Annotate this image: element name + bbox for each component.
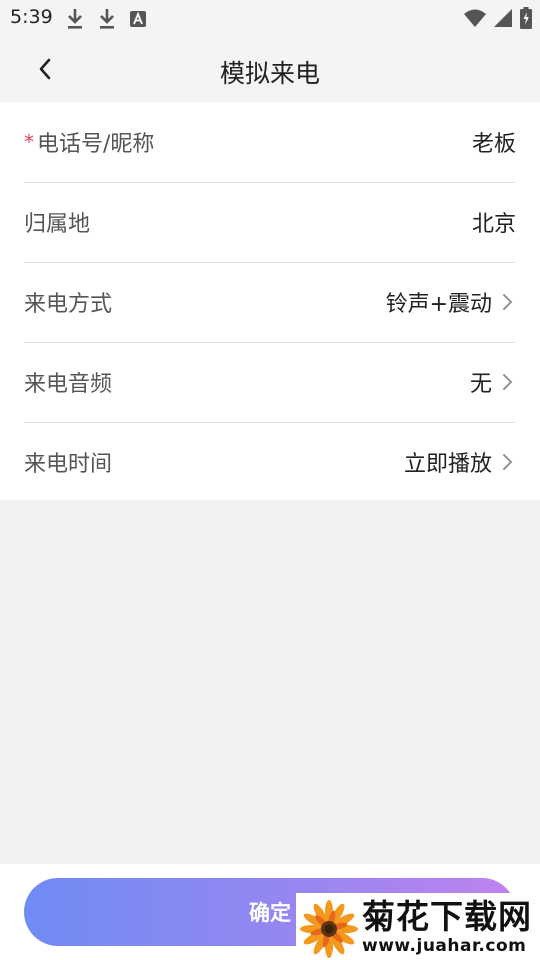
call-time-value: 立即播放	[403, 452, 492, 477]
battery-charging-icon	[520, 7, 532, 29]
call-audio-value: 无	[469, 372, 492, 397]
signal-icon	[494, 9, 512, 27]
location-label: 归属地	[24, 212, 91, 237]
call-mode-label: 来电方式	[24, 292, 113, 317]
call-settings-form: * 电话号/昵称 老板 归属地 北京 来电方式 铃声+震动 来电音频 无 来电时…	[0, 102, 540, 500]
row-call-time[interactable]: 来电时间 立即播放	[24, 422, 516, 502]
required-mark: *	[24, 130, 34, 154]
call-audio-label: 来电音频	[24, 372, 113, 397]
chevron-right-icon	[502, 292, 516, 312]
row-location[interactable]: 归属地 北京	[24, 182, 516, 263]
watermark-text: 菊花下载网 www.juahar.com	[362, 896, 532, 956]
download-icon	[68, 9, 82, 29]
status-icons-left	[66, 8, 146, 30]
location-value[interactable]: 北京	[472, 206, 516, 238]
row-right: 立即播放	[404, 446, 516, 478]
row-right: 无	[470, 366, 516, 398]
row-call-mode[interactable]: 来电方式 铃声+震动	[24, 262, 516, 343]
call-mode-value: 铃声+震动	[385, 292, 492, 317]
row-call-audio[interactable]: 来电音频 无	[24, 342, 516, 423]
status-icons-right	[464, 7, 532, 29]
chevron-right-icon	[502, 372, 516, 392]
row-label: * 电话号/昵称	[24, 126, 154, 158]
watermark-url: www.juahar.com	[362, 935, 527, 956]
status-time: 5:39	[10, 6, 53, 28]
call-time-label: 来电时间	[24, 452, 113, 477]
nav-bar: 模拟来电	[0, 36, 540, 102]
phone-nickname-value[interactable]: 老板	[472, 126, 516, 158]
chrysanthemum-logo-icon	[300, 899, 358, 958]
row-phone-nickname[interactable]: * 电话号/昵称 老板	[24, 102, 516, 183]
site-watermark: 菊花下载网 www.juahar.com	[296, 893, 540, 960]
row-right: 老板	[472, 126, 516, 158]
row-right: 铃声+震动	[386, 286, 516, 318]
wifi-icon	[464, 9, 486, 27]
download-icon	[100, 9, 114, 29]
watermark-title: 菊花下载网	[362, 896, 532, 936]
page-title: 模拟来电	[219, 59, 320, 88]
row-right: 北京	[472, 206, 516, 238]
chevron-right-icon	[502, 452, 516, 472]
font-a-icon	[130, 11, 146, 27]
status-bar: 5:39	[0, 0, 540, 36]
phone-nickname-label: 电话号/昵称	[37, 132, 155, 157]
